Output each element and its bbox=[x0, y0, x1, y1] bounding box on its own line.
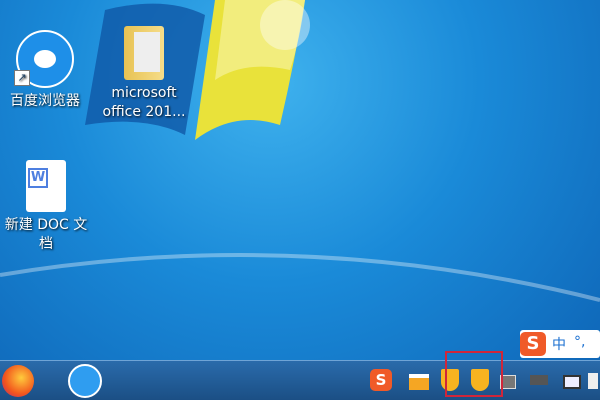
ime-punct[interactable]: °, bbox=[574, 334, 585, 350]
taskbar: S bbox=[0, 360, 600, 400]
baidu-browser-icon: ↗ bbox=[14, 30, 74, 88]
icon-label: 百度浏览器 bbox=[10, 93, 80, 109]
icon-label: microsoft office 201... bbox=[102, 85, 186, 120]
desktop-icon-office-folder[interactable]: microsoft office 201... bbox=[96, 26, 192, 122]
notification-tray-icon[interactable] bbox=[409, 374, 429, 390]
word-document-icon: W bbox=[26, 160, 66, 212]
network-icon[interactable] bbox=[563, 375, 581, 389]
folder-icon bbox=[124, 26, 164, 80]
baidu-browser-taskbar-icon[interactable] bbox=[68, 364, 102, 398]
icon-label: 新建 DOC 文档 bbox=[4, 217, 88, 252]
volume-icon[interactable] bbox=[588, 373, 598, 389]
ime-toolbar[interactable]: S 中 °, bbox=[520, 330, 600, 358]
sogou-tray-icon[interactable]: S bbox=[370, 369, 392, 391]
ime-mode[interactable]: 中 bbox=[552, 334, 566, 354]
firefox-icon[interactable] bbox=[2, 365, 34, 397]
highlight-box bbox=[445, 351, 503, 397]
desktop-icon-baidu-browser[interactable]: ↗ 百度浏览器 bbox=[0, 30, 90, 111]
sogou-ime-icon[interactable]: S bbox=[520, 332, 546, 356]
desktop-icon-new-doc[interactable]: W 新建 DOC 文档 bbox=[0, 160, 92, 254]
usb-device-icon[interactable] bbox=[530, 375, 548, 385]
shortcut-arrow-icon: ↗ bbox=[14, 70, 30, 86]
